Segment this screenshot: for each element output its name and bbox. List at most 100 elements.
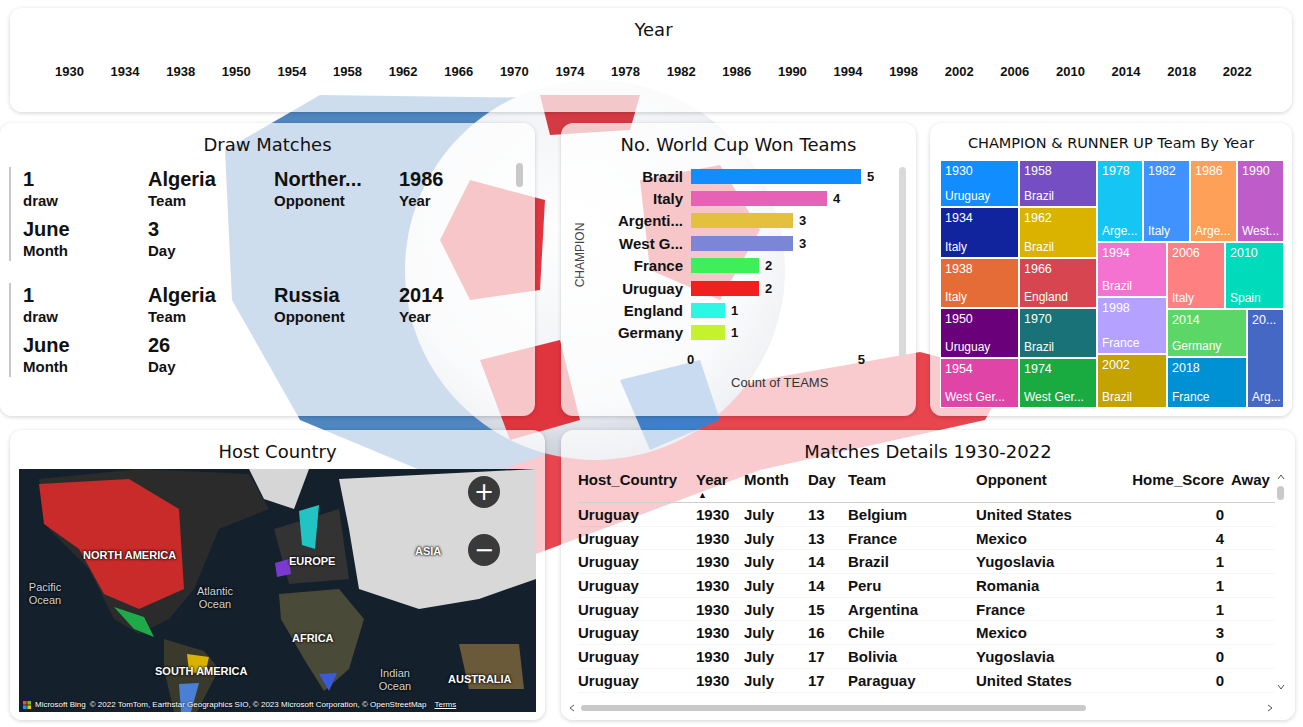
- scrollbar-thumb[interactable]: [899, 167, 906, 357]
- treemap-tile[interactable]: 20...Arg...: [1247, 309, 1284, 408]
- scroll-left-icon[interactable]: [569, 704, 575, 712]
- bar[interactable]: [691, 303, 725, 318]
- year-option[interactable]: 1970: [500, 64, 529, 79]
- bar-row[interactable]: France2: [591, 255, 891, 277]
- treemap-tile[interactable]: 2002Brazil: [1097, 354, 1167, 408]
- tile-team: West Ger...: [1024, 390, 1093, 405]
- table-cell: France: [848, 530, 976, 547]
- draw-field: 3Day: [148, 217, 274, 261]
- scroll-down-icon[interactable]: [1277, 684, 1285, 690]
- treemap-tile[interactable]: 1958Brazil: [1019, 160, 1097, 207]
- treemap-tile[interactable]: 1978Arge...: [1097, 160, 1143, 242]
- field-value: 1: [23, 283, 148, 307]
- sort-ascending-icon[interactable]: ▲: [696, 490, 744, 500]
- treemap-tile[interactable]: 2010Spain: [1225, 242, 1284, 309]
- scrollbar-thumb[interactable]: [1277, 486, 1284, 500]
- column-header[interactable]: Year▲: [696, 470, 744, 500]
- treemap-tile[interactable]: 1938Italy: [940, 258, 1019, 308]
- column-header[interactable]: Month: [744, 470, 808, 490]
- year-option[interactable]: 2022: [1223, 64, 1252, 79]
- year-option[interactable]: 1954: [277, 64, 306, 79]
- bar-row[interactable]: Argenti...3: [591, 210, 891, 232]
- year-option[interactable]: 2002: [945, 64, 974, 79]
- treemap-tile[interactable]: 1970Brazil: [1019, 308, 1097, 358]
- host-map[interactable]: NORTH AMERICAEUROPEASIAPacific OceanAtla…: [19, 469, 536, 712]
- year-option[interactable]: 1990: [778, 64, 807, 79]
- terms-link[interactable]: Terms: [435, 700, 457, 709]
- bar-row[interactable]: West G...3: [591, 232, 891, 254]
- year-option[interactable]: 1950: [222, 64, 251, 79]
- treemap-tile[interactable]: 2014Germany: [1167, 309, 1247, 357]
- bar-label: Italy: [591, 190, 691, 207]
- treemap-tile[interactable]: 1986Arge...: [1190, 160, 1237, 242]
- zoom-out-button[interactable]: −: [466, 532, 502, 568]
- year-option[interactable]: 1978: [611, 64, 640, 79]
- bar-row[interactable]: Brazil5: [591, 165, 891, 187]
- treemap-tile[interactable]: 1930Uruguay: [940, 160, 1019, 207]
- scrollbar[interactable]: [516, 163, 523, 377]
- bar-row[interactable]: Germany1: [591, 322, 891, 344]
- column-header[interactable]: Home_Score: [1126, 470, 1224, 490]
- scrollbar[interactable]: [899, 167, 906, 390]
- year-option[interactable]: 2006: [1000, 64, 1029, 79]
- scroll-up-icon[interactable]: [1277, 474, 1285, 480]
- year-option[interactable]: 1966: [444, 64, 473, 79]
- year-option[interactable]: 1994: [834, 64, 863, 79]
- bar[interactable]: [691, 236, 793, 251]
- bar[interactable]: [691, 258, 759, 273]
- year-option[interactable]: 1958: [333, 64, 362, 79]
- treemap-tile[interactable]: 1934Italy: [940, 207, 1019, 258]
- scrollbar-thumb[interactable]: [581, 705, 1086, 711]
- table-cell: Uruguay: [578, 530, 696, 547]
- table-row[interactable]: Uruguay1930July14PeruRomania1: [578, 574, 1275, 598]
- treemap-tile[interactable]: 1990West...: [1237, 160, 1284, 242]
- bar[interactable]: [691, 191, 827, 206]
- table-row[interactable]: Uruguay1930July16ChileMexico3: [578, 621, 1275, 645]
- scroll-right-icon[interactable]: [1267, 704, 1273, 712]
- year-option[interactable]: 2010: [1056, 64, 1085, 79]
- year-option[interactable]: 2018: [1167, 64, 1196, 79]
- year-option[interactable]: 1974: [555, 64, 584, 79]
- year-option[interactable]: 1962: [389, 64, 418, 79]
- year-option[interactable]: 1934: [111, 64, 140, 79]
- treemap-tile[interactable]: 1962Brazil: [1019, 207, 1097, 258]
- treemap-tile[interactable]: 1974West Ger...: [1019, 358, 1097, 408]
- column-header[interactable]: Host_Country: [578, 470, 696, 490]
- table-row[interactable]: Uruguay1930July17BoliviaYugoslavia0: [578, 645, 1275, 669]
- treemap-tile[interactable]: 1982Italy: [1143, 160, 1190, 242]
- table-row[interactable]: Uruguay1930July17ParaguayUnited States0: [578, 669, 1275, 693]
- bar-row[interactable]: Uruguay2: [591, 277, 891, 299]
- treemap-tile[interactable]: 2018France: [1167, 357, 1247, 408]
- treemap-tile[interactable]: 1954West Ger...: [940, 358, 1019, 408]
- year-option[interactable]: 1938: [166, 64, 195, 79]
- column-header[interactable]: Day: [808, 470, 848, 490]
- table-row[interactable]: Uruguay1930July13FranceMexico4: [578, 527, 1275, 551]
- table-row[interactable]: Uruguay1930July14BrazilYugoslavia1: [578, 550, 1275, 574]
- bar[interactable]: [691, 169, 861, 184]
- zoom-in-button[interactable]: +: [466, 474, 502, 510]
- year-option[interactable]: 1982: [667, 64, 696, 79]
- table-row[interactable]: Uruguay1930July15ArgentinaFrance1: [578, 598, 1275, 622]
- treemap-tile[interactable]: 1950Uruguay: [940, 308, 1019, 358]
- column-header[interactable]: Away: [1224, 470, 1275, 490]
- treemap-tile[interactable]: 1966England: [1019, 258, 1097, 308]
- scrollbar-thumb[interactable]: [516, 163, 523, 187]
- table-row[interactable]: Uruguay1930July13BelgiumUnited States0: [578, 503, 1275, 527]
- year-option[interactable]: 2014: [1112, 64, 1141, 79]
- horizontal-scrollbar[interactable]: [561, 700, 1295, 712]
- year-option[interactable]: 1930: [55, 64, 84, 79]
- treemap-tile[interactable]: 2006Italy: [1167, 242, 1225, 309]
- bar-row[interactable]: Italy4: [591, 187, 891, 209]
- column-header[interactable]: Team: [848, 470, 976, 490]
- treemap-tile[interactable]: 1994Brazil: [1097, 242, 1167, 297]
- treemap-tile[interactable]: 1998France: [1097, 297, 1167, 354]
- scrollbar[interactable]: [1277, 470, 1284, 696]
- column-header[interactable]: Opponent: [976, 470, 1126, 490]
- bar[interactable]: [691, 213, 793, 228]
- year-option[interactable]: 1986: [722, 64, 751, 79]
- bar[interactable]: [691, 325, 725, 340]
- year-option[interactable]: 1998: [889, 64, 918, 79]
- bar-row[interactable]: England1: [591, 299, 891, 321]
- table-cell: Chile: [848, 624, 976, 641]
- bar[interactable]: [691, 281, 759, 296]
